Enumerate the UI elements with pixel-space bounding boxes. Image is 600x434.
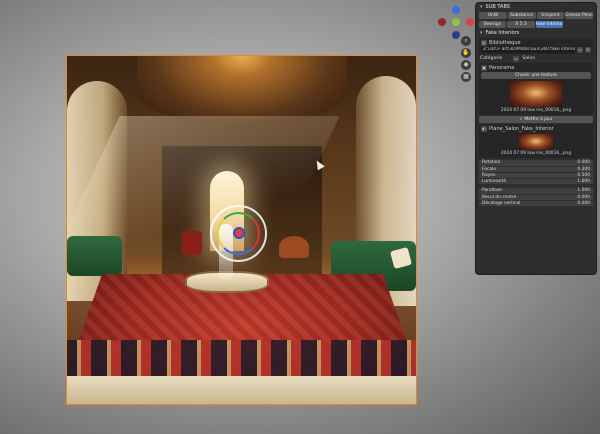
tab-unw[interactable]: UnW bbox=[479, 12, 507, 19]
refresh-icon[interactable]: ↻ bbox=[585, 46, 591, 53]
sub-tabs-header[interactable]: ▾ SUB TABS bbox=[476, 3, 596, 11]
bibliotheque-label: Bibliothèque bbox=[489, 39, 521, 46]
choose-texture-button[interactable]: Choisir une texture bbox=[481, 72, 591, 79]
path-row: Z:\3D\> art\3D\Matériaux\360 fake interi… bbox=[481, 46, 591, 53]
tab-beesign[interactable]: Beesign bbox=[479, 21, 507, 28]
folder-icon: ▭ bbox=[513, 55, 520, 62]
z-neg-axis-icon[interactable] bbox=[452, 31, 460, 39]
panorama-thumbnail bbox=[510, 81, 562, 107]
tab-x53[interactable]: X 5 3 bbox=[507, 21, 535, 28]
params-group-1: Rotation 0.000 Focale 0.300 Rayon 0.500 Lum… bbox=[476, 160, 596, 184]
tab-grease-pencil[interactable]: Grease Pencil bbox=[565, 12, 593, 19]
rug-border bbox=[67, 340, 416, 380]
image-icon: ▣ bbox=[481, 64, 487, 71]
object-box: ◐ Plane_Salon_Fake_Interior 2024 07 09 l… bbox=[479, 124, 593, 158]
side-panel: ▾ SUB TABS UnW Substance Unspent Grease … bbox=[476, 3, 596, 274]
red-chair bbox=[182, 231, 202, 255]
update-button[interactable]: ✓ Mettre à jour bbox=[479, 116, 593, 123]
viewport-image-plane[interactable] bbox=[66, 55, 417, 405]
params-group-2: Parallaxe 1.000 Recul du centre 0.000 Déca… bbox=[476, 188, 596, 206]
bibliotheque-box: ▤ Bibliothèque Z:\3D\> art\3D\Matériaux\… bbox=[479, 38, 593, 54]
tab-row-2: Beesign X 5 3 Fake Interiors bbox=[476, 20, 566, 29]
panorama-label: Panorama bbox=[489, 64, 515, 71]
chevron-down-icon: ▾ bbox=[480, 30, 483, 36]
object-label-row: ◐ Plane_Salon_Fake_Interior bbox=[481, 125, 591, 132]
z-axis-icon[interactable] bbox=[452, 6, 460, 14]
hand-icon[interactable]: ✋ bbox=[461, 48, 471, 58]
tab-row-1: UnW Substance Unspent Grease Pencil bbox=[476, 11, 596, 20]
categorie-label: Catégorie bbox=[480, 56, 503, 61]
gizmo-center-icon[interactable] bbox=[235, 229, 243, 237]
x-neg-axis-icon[interactable] bbox=[438, 18, 446, 26]
tab-unspent[interactable]: Unspent bbox=[536, 12, 565, 19]
green-sofa-left bbox=[67, 236, 122, 276]
camera-icon[interactable]: ◉ bbox=[461, 60, 471, 70]
tab-substance[interactable]: Substance bbox=[507, 12, 536, 19]
library-path-field[interactable]: Z:\3D\> art\3D\Matériaux\360 fake interi… bbox=[481, 46, 575, 53]
orange-chair bbox=[279, 236, 309, 258]
categorie-row: Catégorie ▭ Salon bbox=[476, 55, 596, 62]
object-filename: 2024 07 09 low res_00016_.png bbox=[500, 151, 572, 156]
panorama-label-row: ▣ Panorama bbox=[481, 64, 591, 71]
pillow bbox=[389, 246, 413, 270]
chevron-down-icon: ▾ bbox=[480, 4, 483, 10]
sphere-icon: ◐ bbox=[481, 125, 487, 132]
panorama-box: ▣ Panorama Choisir une texture 2024 07 0… bbox=[479, 63, 593, 115]
y-axis-icon[interactable] bbox=[452, 18, 460, 26]
zoom-icon[interactable]: ⌕ bbox=[461, 36, 471, 46]
param-decalage-vertical[interactable]: Décalage vertical 0.000 bbox=[479, 200, 593, 206]
fake-interiors-header[interactable]: ▾ Fake Interiors bbox=[476, 29, 596, 37]
bibliotheque-label-row: ▤ Bibliothèque bbox=[481, 39, 591, 46]
x-axis-icon[interactable] bbox=[466, 18, 474, 26]
object-name: Plane_Salon_Fake_Interior bbox=[489, 125, 554, 132]
library-icon: ▤ bbox=[481, 39, 487, 46]
rug-fringe bbox=[67, 376, 416, 404]
tab-fake-interiors[interactable]: Fake Interiors bbox=[535, 21, 563, 28]
categorie-value[interactable]: Salon bbox=[522, 56, 535, 61]
panorama-filename: 2024 07 09 low res_00016_.png bbox=[500, 108, 572, 113]
folder-icon[interactable]: ▭ bbox=[577, 46, 583, 53]
object-thumbnail bbox=[519, 134, 553, 150]
grid-icon[interactable]: ▦ bbox=[461, 72, 471, 82]
